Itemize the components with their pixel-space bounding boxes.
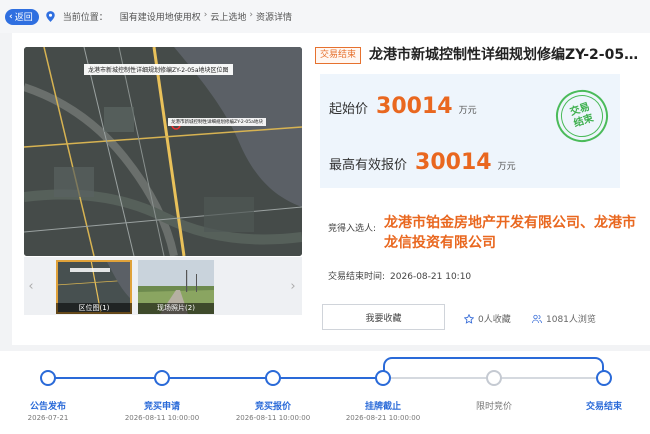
thumbnail-site-photo[interactable]: 现场照片(2)	[138, 260, 214, 314]
collect-count: 0人收藏	[478, 315, 511, 325]
winner-label: 竞得入选人:	[328, 224, 377, 234]
view-stat: 1081人浏览	[532, 312, 596, 325]
start-price-row: 起始价 30014 万元	[329, 94, 477, 119]
chevron-left-icon[interactable]: ‹	[24, 271, 38, 301]
breadcrumb-separator: ›	[203, 10, 208, 20]
timeline-step-date: 2026-08-21 10:00:00	[345, 414, 421, 422]
max-bid-row: 最高有效报价 30014 万元	[329, 150, 516, 175]
star-icon	[464, 313, 474, 324]
breadcrumb-item[interactable]: 国有建设用地使用权	[120, 10, 201, 23]
end-time-label: 交易结束时间:	[328, 272, 386, 282]
timeline-node	[486, 370, 502, 386]
collect-stat: 0人收藏	[464, 312, 511, 325]
back-button[interactable]: ‹ 返回	[5, 8, 39, 25]
max-bid-label: 最高有效报价	[329, 158, 408, 173]
map-parcel-label: 龙港市新城控制性详细规划修编ZY-2-05a地块	[168, 118, 266, 126]
chevron-left-icon: ‹	[9, 11, 13, 22]
timeline-step-label: 限时竞价	[475, 402, 513, 412]
location-map-image[interactable]: 龙港市新城控制性详细规划修编ZY-2-05a地块区位图 龙港市新城控制性详细规划…	[24, 47, 302, 256]
page-title: 龙港市新城控制性详细规划修编ZY-2-05a...	[369, 47, 647, 63]
favorite-button[interactable]: 我要收藏	[322, 304, 445, 330]
breadcrumb-separator: ›	[249, 10, 253, 20]
end-time-row: 交易结束时间: 2026-08-21 10:10	[328, 269, 471, 282]
thumbnail-location-map[interactable]: 区位图(1)	[56, 260, 132, 314]
start-price-unit: 万元	[458, 106, 477, 116]
winner-name: 龙港市铂金房地产开发有限公司、龙港市龙信投资有限公司	[384, 215, 636, 251]
back-button-label: 返回	[14, 13, 33, 23]
timeline-node	[154, 370, 170, 386]
start-price-value: 30014	[376, 94, 453, 119]
thumbnail-strip: ‹ 区位图(1) 现场照片(2) ›	[24, 257, 302, 315]
timeline-step-date: 2026-08-11 10:00:00	[235, 414, 311, 422]
chevron-right-icon[interactable]: ›	[286, 271, 300, 301]
stamp-line: 结束	[572, 112, 595, 130]
timeline-step-label: 挂牌截止	[364, 402, 402, 412]
location-prefix: 当前位置：	[62, 13, 108, 23]
thumbnail-caption: 区位图(1)	[56, 303, 132, 314]
timeline-step-date: 2026-07-21	[27, 414, 69, 422]
timeline-step-label: 公告发布	[29, 402, 67, 412]
timeline-node	[596, 370, 612, 386]
progress-timeline: 公告发布 竞买申请 竞买报价 挂牌截止 限时竞价 交易结束 2026-07-21…	[0, 351, 650, 434]
users-icon	[532, 314, 542, 323]
location-pin-icon	[46, 11, 55, 22]
max-bid-unit: 万元	[497, 162, 516, 172]
start-price-label: 起始价	[329, 102, 369, 117]
timeline-step-label: 交易结束	[585, 402, 623, 412]
breadcrumb-item[interactable]: 云上选地	[210, 10, 246, 23]
detail-card: 龙港市新城控制性详细规划修编ZY-2-05a地块区位图 龙港市新城控制性详细规划…	[12, 33, 650, 345]
stamp-line: 交易	[568, 101, 592, 119]
transaction-ended-stamp: 交易 结束	[549, 83, 615, 149]
max-bid-value: 30014	[415, 150, 492, 175]
breadcrumb-item: 资源详情	[256, 13, 293, 23]
timeline-step-label: 竞买报价	[254, 402, 292, 412]
timeline-step-label: 竞买申请	[143, 402, 181, 412]
timeline-node	[265, 370, 281, 386]
timeline-line-done	[48, 377, 384, 379]
breadcrumb: 国有建设用地使用权 › 云上选地 › 资源详情	[120, 10, 292, 23]
view-count: 1081人浏览	[546, 315, 596, 325]
status-badge: 交易结束	[315, 47, 362, 64]
map-picture	[24, 47, 302, 256]
map-title-label: 龙港市新城控制性详细规划修编ZY-2-05a地块区位图	[84, 64, 233, 75]
timeline-step-date: 2026-08-11 10:00:00	[124, 414, 200, 422]
price-panel: 起始价 30014 万元 最高有效报价 30014 万元 交易 结束	[320, 74, 620, 188]
top-bar: ‹ 返回 当前位置： 国有建设用地使用权 › 云上选地 › 资源详情	[0, 0, 650, 33]
thumbnail-caption: 现场照片(2)	[138, 303, 214, 314]
end-time-value: 2026-08-21 10:10	[390, 272, 472, 282]
timeline-node	[375, 370, 391, 386]
timeline-node	[40, 370, 56, 386]
